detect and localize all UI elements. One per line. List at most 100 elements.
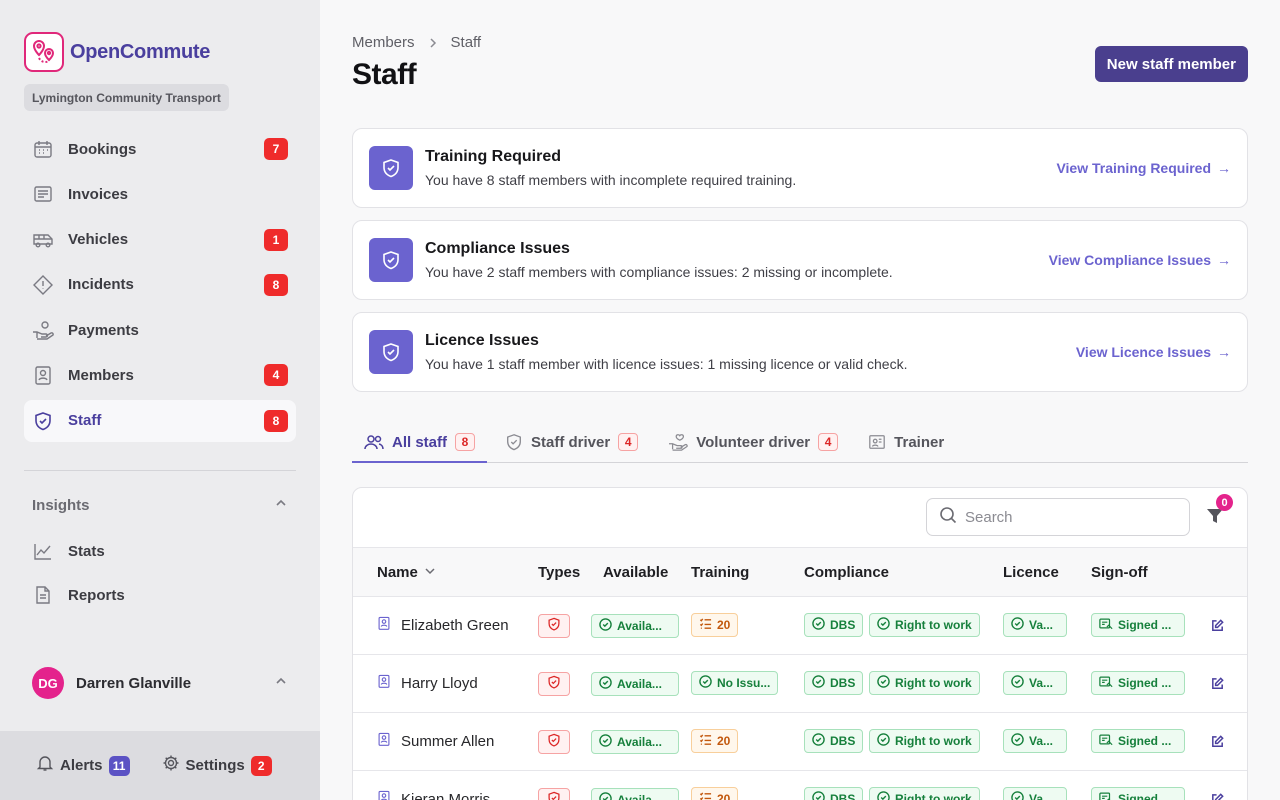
document-icon — [32, 584, 54, 606]
user-menu[interactable]: DG Darren Glanville — [32, 667, 288, 699]
sidebar-item-staff[interactable]: Staff 8 — [24, 399, 296, 442]
id-card-icon — [377, 674, 391, 692]
table-row[interactable]: Elizabeth Green Availa... 20 DBS Right to wo… — [353, 597, 1247, 655]
chip-label: Signed ... — [1118, 792, 1172, 800]
table-header: Name Types Available Training Compliance… — [353, 547, 1247, 597]
sidebar-item-payments[interactable]: Payments — [24, 309, 296, 351]
staff-name-cell[interactable]: Harry Lloyd — [377, 674, 478, 692]
settings-button[interactable]: Settings 2 — [162, 754, 272, 777]
staff-type-badge — [538, 614, 570, 638]
new-staff-member-button[interactable]: New staff member — [1094, 46, 1248, 82]
chip-label: Va... — [1029, 618, 1054, 632]
tab-staff-driver[interactable]: Staff driver 4 — [493, 422, 650, 462]
table-row[interactable]: Kieran Morris Availa... 20 DBS Right to work… — [353, 771, 1247, 800]
chip-label: 20 — [717, 792, 731, 800]
view-compliance-issues-link[interactable]: View Compliance Issues → — [1049, 252, 1231, 268]
check-circle-icon — [812, 675, 825, 691]
alerts-button[interactable]: Alerts 11 — [36, 754, 130, 777]
shield-icon — [505, 433, 523, 451]
check-circle-icon — [699, 675, 712, 691]
column-header-sign-off: Sign-off — [1091, 564, 1148, 581]
count-badge: 7 — [264, 138, 288, 160]
tab-volunteer-driver[interactable]: Volunteer driver 4 — [656, 422, 850, 462]
filter-count-badge: 0 — [1216, 494, 1233, 511]
checklist-icon — [699, 791, 712, 800]
staff-type-badge — [538, 788, 570, 800]
tab-trainer[interactable]: Trainer — [856, 422, 956, 462]
staff-type-badge — [538, 730, 570, 754]
chip-label: Va... — [1029, 676, 1054, 690]
edit-icon[interactable] — [1210, 734, 1225, 754]
compliance-chip-right-to-work: Right to work — [869, 613, 980, 637]
licence-chip: Va... — [1003, 613, 1067, 637]
sidebar-item-invoices[interactable]: Invoices — [24, 173, 296, 215]
insights-section-toggle[interactable]: Insights — [32, 496, 288, 515]
sidebar-item-bookings[interactable]: Bookings 7 — [24, 128, 296, 170]
chevron-down-icon — [424, 564, 436, 581]
tab-label: Volunteer driver — [696, 433, 811, 451]
sidebar-item-vehicles[interactable]: Vehicles 1 — [24, 219, 296, 261]
insights-nav: Stats Reports — [24, 530, 296, 618]
sidebar-item-incidents[interactable]: Incidents 8 — [24, 264, 296, 306]
breadcrumb-current: Staff — [450, 34, 482, 51]
organization-badge[interactable]: Lymington Community Transport — [24, 84, 229, 111]
edit-icon[interactable] — [1210, 676, 1225, 696]
search-box[interactable] — [926, 498, 1190, 536]
sidebar-item-label: Stats — [68, 542, 105, 560]
breadcrumb-link-members[interactable]: Members — [352, 34, 415, 51]
sidebar-item-label: Bookings — [68, 140, 137, 158]
shield-check-icon — [369, 146, 413, 190]
hand-coin-icon — [32, 319, 54, 341]
table-row[interactable]: Summer Allen Availa... 20 DBS Right to work V… — [353, 713, 1247, 771]
compliance-chip-right-to-work: Right to work — [869, 729, 980, 753]
chip-label: Signed ... — [1118, 618, 1172, 632]
compliance-chip-dbs: DBS — [804, 613, 864, 637]
licence-chip: Va... — [1003, 671, 1067, 695]
staff-name-cell[interactable]: Kieran Morris — [377, 790, 490, 800]
staff-name: Harry Lloyd — [401, 674, 478, 692]
shield-check-icon — [369, 238, 413, 282]
sidebar-divider — [24, 470, 296, 471]
id-card-icon — [377, 790, 391, 800]
sidebar-item-reports[interactable]: Reports — [24, 574, 296, 616]
bus-icon — [32, 229, 54, 251]
sidebar-item-label: Invoices — [68, 185, 129, 203]
tab-label: Staff driver — [531, 433, 611, 451]
training-chip: No Issu... — [691, 671, 779, 695]
search-input[interactable] — [965, 508, 1165, 526]
arrow-right-icon: → — [1217, 252, 1231, 268]
tab-count-badge: 4 — [818, 433, 839, 451]
edit-icon[interactable] — [1210, 792, 1225, 800]
sidebar-item-members[interactable]: Members 4 — [24, 354, 296, 396]
alerts-label: Alerts — [60, 757, 103, 774]
compliance-chip-right-to-work: Right to work — [869, 787, 980, 800]
count-badge: 8 — [264, 273, 288, 296]
sidebar-item-label: Vehicles — [68, 231, 129, 249]
chip-label: Right to work — [895, 676, 972, 690]
search-icon — [939, 506, 957, 529]
app-logo[interactable]: OpenCommute — [24, 32, 210, 72]
alert-title: Compliance Issues — [425, 240, 570, 257]
alerts-count-badge: 11 — [108, 755, 130, 776]
check-circle-icon — [812, 791, 825, 800]
column-header-name[interactable]: Name — [377, 564, 436, 581]
tab-all-staff[interactable]: All staff 8 — [352, 422, 488, 463]
users-icon — [364, 433, 384, 451]
map-pin-icon — [24, 32, 64, 72]
hand-heart-icon — [668, 433, 688, 451]
table-row[interactable]: Harry Lloyd Availa... No Issu... DBS Right t… — [353, 655, 1247, 713]
signoff-chip: Signed ... — [1091, 787, 1185, 800]
available-chip: Availa... — [591, 730, 679, 754]
main-nav: Bookings 7 Invoices Vehicles 1 Incidents… — [24, 128, 296, 445]
link-label: View Compliance Issues — [1048, 252, 1211, 268]
page-title: Staff — [352, 58, 417, 91]
sidebar-item-stats[interactable]: Stats — [24, 530, 296, 572]
view-licence-issues-link[interactable]: View Licence Issues → — [1076, 344, 1231, 360]
id-card-icon — [32, 364, 54, 386]
staff-name-cell[interactable]: Elizabeth Green — [377, 616, 509, 634]
staff-name-cell[interactable]: Summer Allen — [377, 732, 494, 750]
edit-icon[interactable] — [1210, 618, 1225, 638]
signoff-chip: Signed ... — [1091, 671, 1185, 695]
training-chip: 20 — [691, 729, 739, 753]
view-training-required-link[interactable]: View Training Required → — [1056, 160, 1231, 176]
